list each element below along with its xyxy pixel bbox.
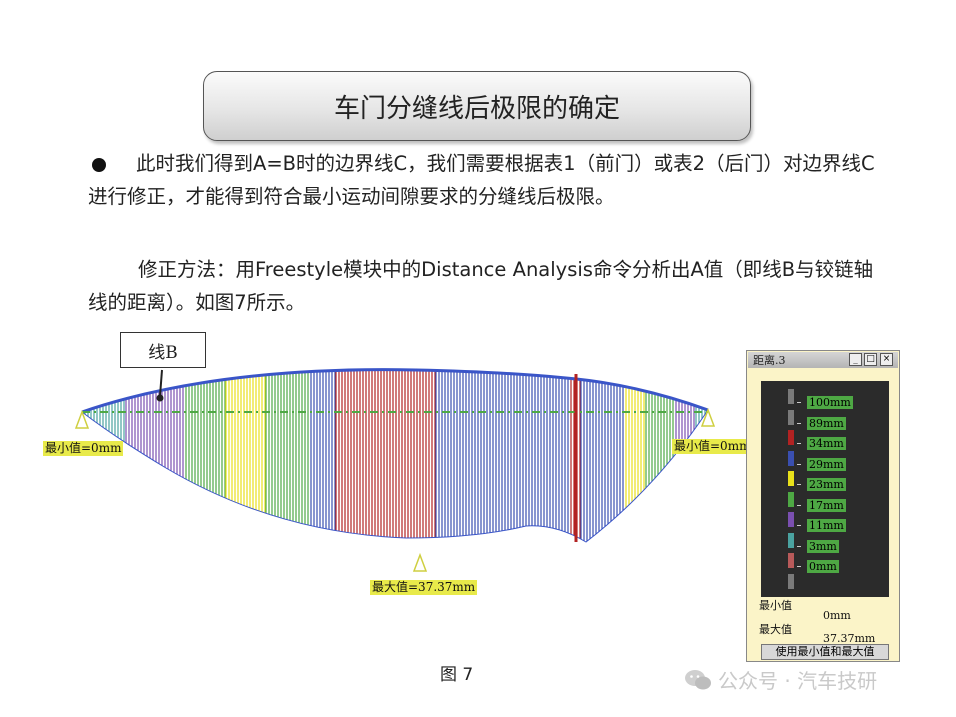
legend-label: 3mm: [807, 539, 839, 553]
panel-max-label: 最大值: [759, 623, 792, 636]
line-b-label: 线B: [120, 332, 206, 368]
min-left-marker: [74, 409, 90, 429]
legend-label: 29mm: [807, 457, 846, 471]
legend-swatch: [788, 389, 794, 404]
legend-tick: [797, 504, 801, 506]
close-icon[interactable]: ×: [880, 353, 893, 366]
watermark: 公众号 · 汽车技研: [684, 665, 877, 694]
legend-swatch: [788, 430, 794, 445]
legend-label: 89mm: [807, 416, 846, 430]
figure-caption: 图 7: [440, 665, 474, 685]
legend-tick: [797, 545, 801, 547]
panel-min-value: 0mm: [823, 609, 851, 622]
legend-label: 100mm: [807, 396, 853, 409]
color-legend: 100mm 89mm 34mm 29mm 23mm 17mm 11mm 3mm 0mm: [761, 381, 889, 597]
line-b-label-text: 线B: [148, 342, 178, 363]
legend-label: 11mm: [807, 519, 846, 532]
legend-tick: [797, 443, 801, 444]
legend-swatch: [788, 491, 794, 507]
bullet-icon: [92, 157, 106, 172]
legend-swatch: [788, 573, 794, 589]
paragraph-1: 此时我们得到A=B时的边界线C，我们需要根据表1（前门）或表2（后门）对边界线C…: [88, 147, 888, 213]
legend-tick: [797, 463, 801, 465]
distance-analysis-figure: [74, 368, 716, 572]
use-min-max-button[interactable]: 使用最小值和最大值: [761, 644, 889, 660]
slide-title-box: 车门分缝线后极限的确定: [203, 71, 751, 141]
panel-titlebar[interactable]: 距离.3 _ □ ×: [748, 352, 898, 368]
legend-swatch: [788, 532, 794, 548]
maximize-icon[interactable]: □: [864, 353, 877, 366]
min-left-tag: 最小值=0mm: [43, 441, 124, 456]
watermark-text: 公众号 · 汽车技研: [718, 669, 878, 693]
legend-tick: [797, 484, 801, 485]
legend-label: 34mm: [807, 437, 846, 450]
legend-label: 0mm: [807, 560, 839, 573]
legend-swatch: [788, 471, 794, 486]
legend-tick: [797, 525, 801, 526]
legend-swatch: [788, 553, 794, 568]
legend-tick: [797, 422, 801, 424]
panel-title: 距离.3: [753, 354, 786, 367]
paragraph-2: 修正方法：用Freestyle模块中的Distance Analysis命令分析…: [88, 253, 888, 319]
wechat-icon: [685, 669, 711, 689]
legend-swatch: [788, 512, 794, 527]
min-right-tag: 最小值=0mm: [672, 439, 753, 454]
paragraph-1-text: 此时我们得到A=B时的边界线C，我们需要根据表1（前门）或表2（后门）对边界线C…: [88, 152, 875, 208]
minimize-icon[interactable]: _: [849, 353, 862, 366]
label-leader-dot: [156, 394, 164, 402]
legend-label: 17mm: [807, 498, 846, 512]
legend-label: 23mm: [807, 478, 846, 491]
max-marker: [412, 552, 428, 572]
panel-min-label: 最小值: [759, 599, 792, 612]
legend-tick: [797, 402, 801, 403]
max-tag: 最大值=37.37mm: [370, 580, 478, 595]
legend-swatch: [788, 409, 794, 425]
paragraph-2-text: 修正方法：用Freestyle模块中的Distance Analysis命令分析…: [88, 258, 874, 314]
distance-panel: 距离.3 _ □ × 100mm 89mm 34mm 29mm 23mm 17mm 11mm…: [746, 350, 900, 662]
legend-tick: [797, 566, 801, 567]
slide-title: 车门分缝线后极限的确定: [333, 93, 620, 124]
legend-swatch: [788, 450, 794, 466]
